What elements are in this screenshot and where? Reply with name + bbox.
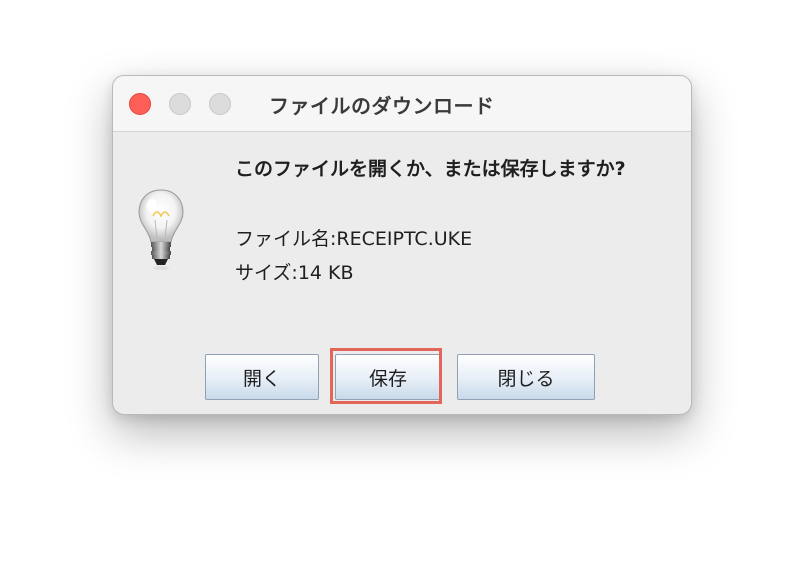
close-window-button[interactable] xyxy=(129,93,151,115)
download-dialog-window: ファイルのダウンロード このファイルを開くか、または保存しますか? ファイル名:… xyxy=(112,75,692,415)
close-button[interactable]: 閉じる xyxy=(457,354,595,400)
zoom-window-button[interactable] xyxy=(209,93,231,115)
save-button[interactable]: 保存 xyxy=(335,354,441,400)
window-title: ファイルのダウンロード xyxy=(269,94,495,118)
open-button[interactable]: 開く xyxy=(205,354,319,400)
download-question: このファイルを開くか、または保存しますか? xyxy=(235,158,626,180)
minimize-window-button[interactable] xyxy=(169,93,191,115)
file-size-label: サイズ:14 KB xyxy=(235,262,354,284)
title-bar[interactable]: ファイルのダウンロード xyxy=(113,76,691,132)
lightbulb-icon xyxy=(138,189,184,270)
file-name-label: ファイル名:RECEIPTC.UKE xyxy=(235,228,473,250)
